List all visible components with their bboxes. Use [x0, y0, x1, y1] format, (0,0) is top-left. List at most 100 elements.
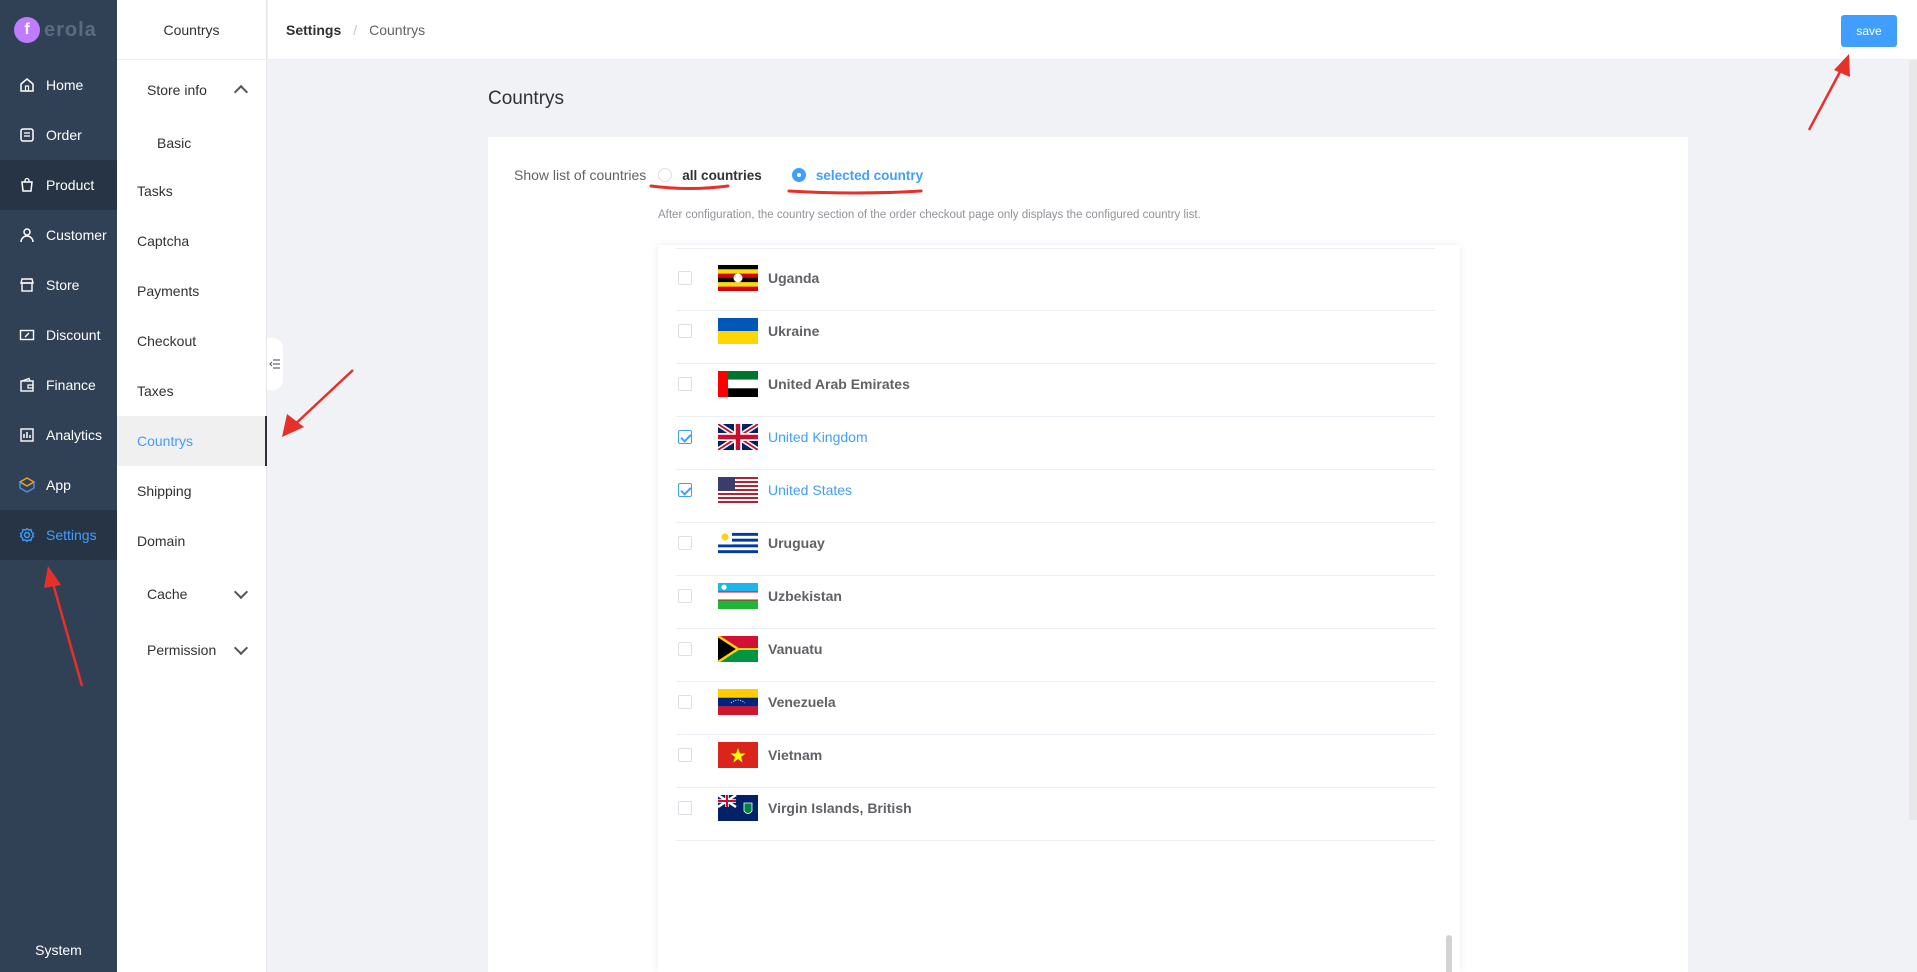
sidebar-item-label: Settings [46, 527, 97, 543]
checkbox[interactable] [678, 324, 692, 338]
submenu-item-taxes[interactable]: Taxes [117, 366, 266, 416]
order-icon [18, 126, 36, 144]
sidebar-item-label: Product [46, 177, 95, 193]
save-button[interactable]: save [1841, 15, 1897, 47]
sidebar-item-order[interactable]: Order [0, 110, 117, 160]
submenu-item-captcha[interactable]: Captcha [117, 216, 266, 266]
country-list[interactable]: Uganda Ukraine United Arab Emirates Unit… [658, 245, 1460, 972]
submenu-group-store-info[interactable]: Store info [117, 60, 266, 120]
country-name: Uzbekistan [768, 588, 842, 604]
ticket-icon [18, 326, 36, 344]
breadcrumb-parent[interactable]: Settings [286, 22, 341, 38]
flag-uae-icon [718, 371, 758, 397]
checkbox[interactable] [678, 589, 692, 603]
submenu-item-countrys[interactable]: Countrys [117, 416, 267, 466]
checkbox[interactable] [678, 377, 692, 391]
store-icon [18, 276, 36, 294]
sidebar-item-discount[interactable]: Discount [0, 310, 117, 360]
country-name: Ukraine [768, 323, 820, 339]
breadcrumb: Settings / Countrys [286, 22, 425, 38]
cube-icon [18, 476, 36, 494]
countries-card: Show list of countries all countries sel… [488, 137, 1688, 972]
breadcrumb-current: Countrys [369, 21, 426, 38]
flag-uzbekistan-icon [718, 583, 758, 609]
bag-icon [18, 176, 36, 194]
wallet-icon [18, 376, 36, 394]
country-name: Uruguay [768, 535, 825, 551]
submenu-item-tasks[interactable]: Tasks [117, 166, 266, 216]
show-list-option-row: Show list of countries all countries sel… [514, 167, 953, 183]
checkbox[interactable] [678, 536, 692, 550]
country-name: Venezuela [768, 694, 836, 710]
checkbox[interactable] [678, 483, 692, 497]
submenu-group-label: Permission [147, 642, 217, 658]
sidebar-item-product[interactable]: Product [0, 160, 117, 210]
submenu-item-domain[interactable]: Domain [117, 516, 266, 566]
sidebar-item-home[interactable]: Home [0, 60, 117, 110]
checkbox[interactable] [678, 695, 692, 709]
chevron-down-icon [233, 584, 249, 600]
checkbox[interactable] [678, 430, 692, 444]
flag-vanuatu-icon [718, 636, 758, 662]
radio-label: selected country [815, 167, 924, 183]
checkbox[interactable] [678, 271, 692, 285]
sidebar-item-analytics[interactable]: Analytics [0, 410, 117, 460]
show-list-label: Show list of countries [514, 167, 647, 183]
user-icon [18, 226, 36, 244]
sidebar-item-app[interactable]: App [0, 460, 117, 510]
collapse-menu-button[interactable] [267, 338, 283, 390]
submenu-item-checkout[interactable]: Checkout [117, 316, 266, 366]
collapse-icon [269, 359, 280, 369]
flag-us-icon [718, 477, 758, 503]
checkbox[interactable] [678, 642, 692, 656]
radio-dot [791, 168, 806, 182]
country-name: Vietnam [768, 747, 823, 763]
country-name: United States [768, 482, 853, 498]
submenu-item-basic[interactable]: Basic [117, 120, 266, 166]
settings-submenu: Countrys Store info Basic Tasks Captcha … [117, 0, 267, 972]
checkbox[interactable] [678, 748, 692, 762]
sidebar-item-label: Store [46, 277, 80, 293]
topbar: Settings / Countrys save [268, 0, 1917, 60]
sidebar-item-store[interactable]: Store [0, 260, 117, 310]
page-scrollbar[interactable] [1909, 60, 1917, 820]
flag-uk-icon [718, 424, 758, 450]
submenu-group-cache[interactable]: Cache [117, 566, 266, 622]
page-title: Countrys [488, 88, 565, 109]
flag-ukraine-icon [718, 318, 758, 344]
radio-dot [658, 168, 673, 182]
flag-uganda-icon [718, 265, 758, 291]
list-scrollbar[interactable] [1446, 935, 1452, 972]
list-item[interactable]: Virgin Islands, British [676, 776, 1435, 841]
home-icon [18, 76, 36, 94]
country-name: United Kingdom [768, 429, 868, 445]
logo-icon: f [14, 17, 40, 43]
submenu-group-label: Cache [147, 586, 188, 602]
flag-uruguay-icon [718, 530, 758, 556]
sidebar-item-settings[interactable]: Settings [0, 510, 117, 560]
gear-icon [18, 526, 36, 544]
chart-icon [18, 426, 36, 444]
logo[interactable]: f erola [0, 0, 117, 60]
sidebar-item-label: Home [46, 77, 84, 93]
radio-selected-country[interactable]: selected country [791, 167, 924, 183]
radio-label: all countries [682, 167, 762, 183]
sidebar-item-label: Finance [46, 377, 96, 393]
checkbox[interactable] [678, 801, 692, 815]
configuration-hint: After configuration, the country section… [658, 209, 1201, 221]
sidebar-item-customer[interactable]: Customer [0, 210, 117, 260]
main-sidebar: f erola Home Order Product Customer Stor… [0, 0, 117, 972]
submenu-item-shipping[interactable]: Shipping [117, 466, 266, 516]
breadcrumb-separator: / [353, 21, 358, 38]
submenu-group-label: Store info [147, 82, 207, 98]
chevron-down-icon [233, 640, 249, 656]
flag-venezuela-icon [718, 689, 758, 715]
radio-all-countries[interactable]: all countries [658, 168, 762, 183]
submenu-group-permission[interactable]: Permission [117, 622, 266, 678]
sidebar-item-label: Order [46, 127, 82, 143]
country-name: Uganda [768, 270, 820, 286]
chevron-up-icon [233, 84, 249, 100]
sidebar-item-finance[interactable]: Finance [0, 360, 117, 410]
submenu-item-payments[interactable]: Payments [117, 266, 266, 316]
system-link[interactable]: System [0, 942, 117, 958]
